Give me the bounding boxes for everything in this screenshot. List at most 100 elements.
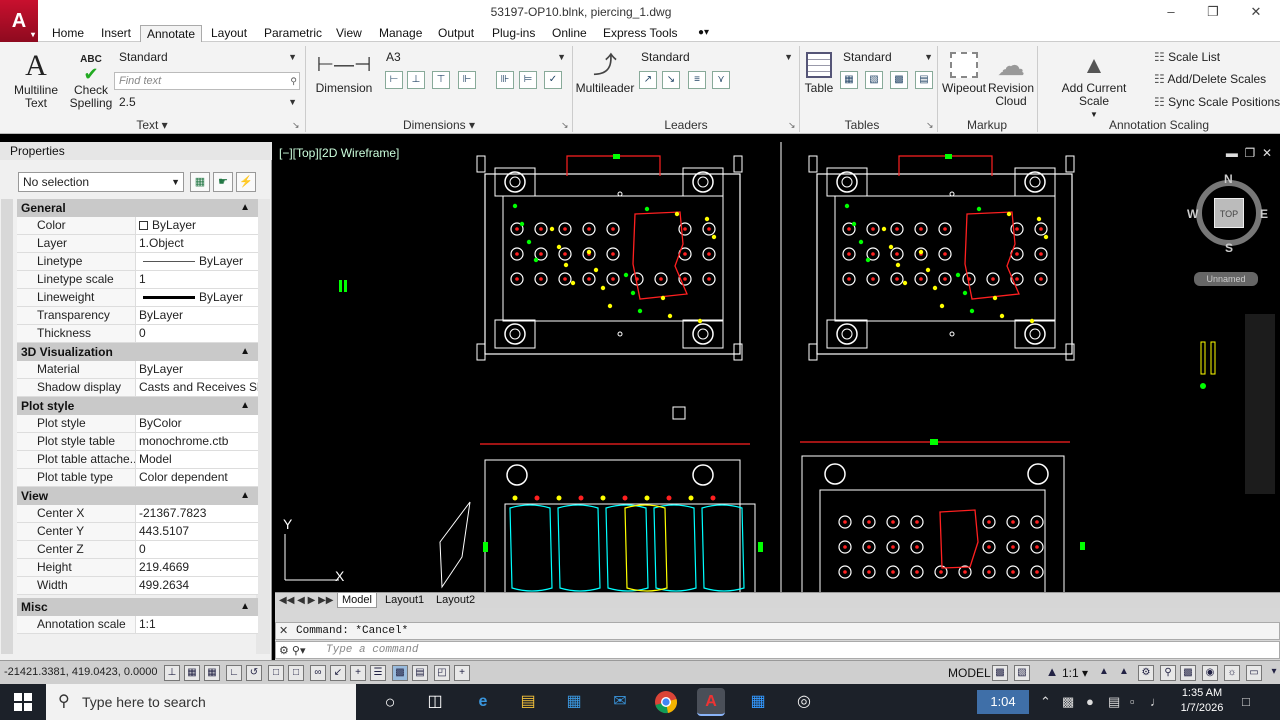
- text-dialog-launcher-icon[interactable]: ↘: [292, 120, 300, 131]
- align-leaders-icon[interactable]: ≡: [688, 71, 706, 89]
- section-3d-visualization[interactable]: 3D Visualization ▲: [17, 343, 258, 361]
- compass-east[interactable]: E: [1260, 207, 1268, 221]
- sync-scale-positions-button[interactable]: ☷ Sync Scale Positions: [1154, 95, 1280, 109]
- compass-south[interactable]: S: [1225, 241, 1233, 255]
- tab-home[interactable]: Home: [46, 25, 90, 42]
- dimension-style-select[interactable]: A3 ▼: [381, 48, 569, 66]
- collapse-icon[interactable]: ▲: [240, 487, 250, 505]
- remove-leader-icon[interactable]: ↘: [662, 71, 680, 89]
- clean-screen-icon[interactable]: ▭: [1246, 665, 1262, 681]
- property-row[interactable]: Material ByLayer: [17, 361, 258, 379]
- scale-list-button[interactable]: ☷ Scale List: [1154, 50, 1220, 64]
- store-icon[interactable]: ▦: [560, 688, 588, 716]
- command-customize-icon[interactable]: ⚙ ⚲▾: [279, 644, 306, 657]
- taskbar-search-input[interactable]: ⚲ Type here to search: [46, 684, 356, 720]
- transparency-icon[interactable]: ▩: [392, 665, 408, 681]
- text-height-select[interactable]: 2.5 ▼: [114, 93, 300, 111]
- application-menu-button[interactable]: A ▾: [0, 0, 38, 42]
- add-current-scale-button[interactable]: ▲ Add Current Scale ▼: [1046, 48, 1142, 121]
- property-row[interactable]: Linetype scale 1: [17, 271, 258, 289]
- property-row[interactable]: Plot table attache... Model: [17, 451, 258, 469]
- close-icon[interactable]: ✕: [1245, 2, 1267, 22]
- infer-constraints-icon[interactable]: ⊥: [164, 665, 180, 681]
- leaders-dialog-launcher-icon[interactable]: ↘: [788, 120, 796, 131]
- compass-west[interactable]: W: [1187, 207, 1198, 221]
- collapse-icon[interactable]: ▲: [240, 598, 250, 616]
- add-leader-icon[interactable]: ↗: [639, 71, 657, 89]
- property-row[interactable]: Shadow displayCasts and Receives Sh...: [17, 379, 258, 397]
- lineweight-icon[interactable]: ☰: [370, 665, 386, 681]
- dynamic-input-icon[interactable]: +: [350, 665, 366, 681]
- collapse-icon[interactable]: ▲: [240, 397, 250, 415]
- dim-baseline-icon[interactable]: ⊢: [385, 71, 403, 89]
- revision-cloud-button[interactable]: ☁ Revision Cloud: [988, 48, 1034, 108]
- select-objects-icon[interactable]: ☛: [213, 172, 233, 192]
- dim-update-icon[interactable]: ✓: [544, 71, 562, 89]
- dim-jog-icon[interactable]: ⊪: [496, 71, 514, 89]
- collapse-icon[interactable]: ▲: [240, 199, 250, 217]
- property-row[interactable]: Layer 1.Object: [17, 235, 258, 253]
- volume-icon[interactable]: ♩: [1150, 694, 1163, 709]
- layout-nav-arrows[interactable]: ◀◀ ◀ ▶ ▶▶: [275, 593, 337, 608]
- cursor-coordinates[interactable]: -21421.3381, 419.0423, 0.0000: [4, 666, 158, 678]
- dimensions-panel-title[interactable]: Dimensions ▾: [306, 117, 572, 133]
- text-panel-title[interactable]: Text ▾: [0, 117, 304, 133]
- property-row[interactable]: Color ByLayer: [17, 217, 258, 235]
- compass-north[interactable]: N: [1224, 172, 1233, 186]
- property-row[interactable]: Linetype ByLayer: [17, 253, 258, 271]
- tab-model[interactable]: Model: [337, 593, 377, 608]
- auto-scale-icon[interactable]: ▲: [1116, 665, 1132, 681]
- tray-mic-icon[interactable]: ●: [1086, 694, 1094, 709]
- chrome-icon[interactable]: [652, 688, 680, 716]
- link-data-icon[interactable]: ▦: [840, 71, 858, 89]
- tab-insert[interactable]: Insert: [95, 25, 137, 42]
- selection-cycling-icon[interactable]: ◰: [434, 665, 450, 681]
- recording-timer[interactable]: 1:04: [977, 690, 1029, 714]
- download-table-icon[interactable]: ▩: [890, 71, 908, 89]
- find-text-input[interactable]: Find text ⚲: [114, 72, 300, 90]
- text-style-select[interactable]: Standard ▼: [114, 48, 300, 66]
- dynamic-ucs-icon[interactable]: ↙: [330, 665, 346, 681]
- tab-layout[interactable]: Layout: [205, 25, 253, 42]
- toggle-pickadd-icon[interactable]: ▦: [190, 172, 210, 192]
- tab-annotate[interactable]: Annotate: [140, 25, 203, 42]
- tab-parametric[interactable]: Parametric: [258, 25, 328, 42]
- object-snap-icon[interactable]: □: [268, 665, 284, 681]
- drawing-canvas[interactable]: [−][Top][2D Wireframe] ▬ ❐ ✕ N S E W TOP…: [275, 142, 1280, 592]
- viewport-minimize-icon[interactable]: ▬: [1226, 146, 1238, 160]
- ortho-mode-icon[interactable]: ∟: [226, 665, 242, 681]
- dim-break-icon[interactable]: ⊩: [458, 71, 476, 89]
- viewport-close-icon[interactable]: ✕: [1262, 146, 1272, 160]
- dimension-button[interactable]: ⊢—⊣ Dimension: [314, 48, 374, 95]
- calculator-icon[interactable]: ▦: [744, 688, 772, 716]
- tab-layout2[interactable]: Layout2: [432, 593, 479, 608]
- 3d-object-snap-icon[interactable]: □: [288, 665, 304, 681]
- wipeout-button[interactable]: Wipeout: [940, 48, 988, 95]
- property-row[interactable]: Annotation scale 1:1: [17, 616, 258, 634]
- property-row[interactable]: Plot table type Color dependent: [17, 469, 258, 487]
- property-row[interactable]: Center Y 443.5107: [17, 523, 258, 541]
- table-button[interactable]: Table: [800, 48, 838, 95]
- add-delete-scales-button[interactable]: ☷ Add/Delete Scales: [1154, 72, 1266, 86]
- minimize-icon[interactable]: –: [1160, 2, 1182, 22]
- object-snap-tracking-icon[interactable]: ∞: [310, 665, 326, 681]
- model-space-button[interactable]: MODEL: [948, 666, 991, 680]
- viewcube-top-face[interactable]: TOP: [1214, 198, 1244, 228]
- tray-app-icon[interactable]: ▩: [1062, 694, 1074, 710]
- dim-continue-icon[interactable]: ⊥: [407, 71, 425, 89]
- section-view[interactable]: View ▲: [17, 487, 258, 505]
- viewport-restore-icon[interactable]: ❐: [1245, 146, 1256, 160]
- system-clock[interactable]: 1:35 AM 1/7/2026: [1170, 686, 1234, 716]
- workspace-switching-icon[interactable]: ⚙: [1138, 665, 1154, 681]
- property-row[interactable]: Center Z0: [17, 541, 258, 559]
- section-plot-style[interactable]: Plot style ▲: [17, 397, 258, 415]
- selection-select[interactable]: No selection ▼: [18, 172, 184, 192]
- restore-icon[interactable]: ❐: [1202, 2, 1224, 22]
- property-row[interactable]: Center X -21367.7823: [17, 505, 258, 523]
- property-row[interactable]: Plot style table monochrome.ctb: [17, 433, 258, 451]
- tab-layout1[interactable]: Layout1: [381, 593, 428, 608]
- hardware-acceleration-icon[interactable]: ▩: [1180, 665, 1196, 681]
- property-row[interactable]: Height 219.4669: [17, 559, 258, 577]
- notifications-icon[interactable]: □: [1242, 694, 1250, 709]
- dimensions-dialog-launcher-icon[interactable]: ↘: [561, 120, 569, 131]
